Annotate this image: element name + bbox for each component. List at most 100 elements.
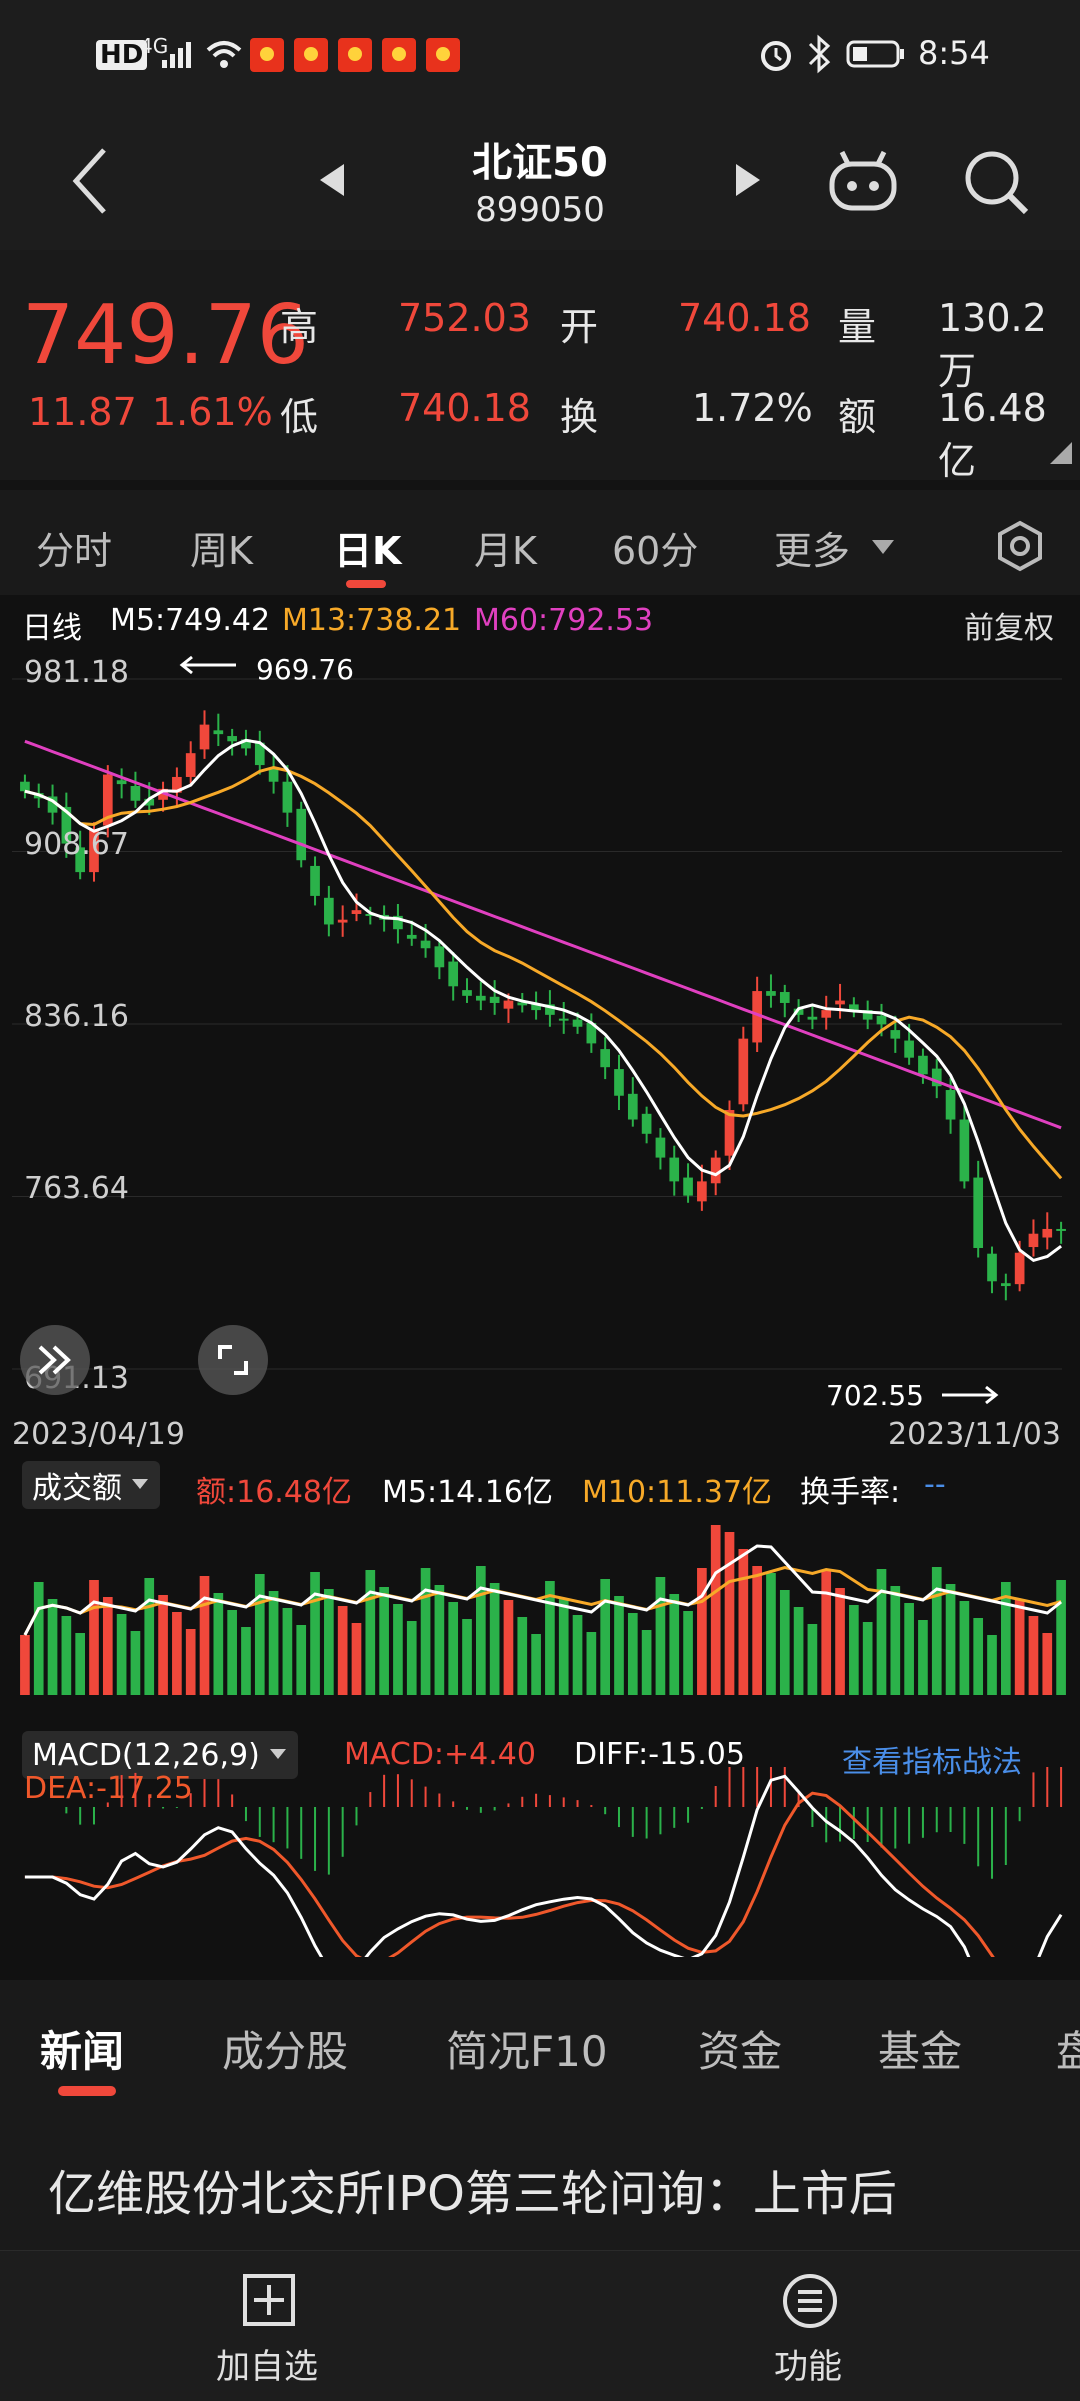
volume-bar — [517, 1617, 528, 1695]
macd-bar — [866, 1807, 869, 1842]
add-watchlist-icon[interactable] — [242, 2273, 296, 2331]
candle — [489, 996, 500, 1003]
tab-more-cut[interactable]: 盘 — [1056, 2018, 1080, 2079]
macd-bar — [977, 1807, 980, 1867]
candle — [1056, 1228, 1066, 1231]
volume-bar — [835, 1588, 845, 1695]
candle — [890, 1030, 901, 1039]
macd-bar — [1060, 1767, 1063, 1807]
volume-chart[interactable] — [12, 1525, 1070, 1695]
turnover-value: 1.72% — [692, 386, 813, 430]
settings-icon[interactable] — [994, 520, 1046, 576]
macd-bar — [134, 1772, 137, 1807]
macd-bar — [908, 1807, 911, 1844]
macd-bar — [714, 1786, 717, 1807]
volume-selector[interactable]: 成交额 — [22, 1461, 160, 1509]
adjust-mode[interactable]: 前复权 — [964, 603, 1054, 647]
macd-bar — [880, 1807, 883, 1848]
volume-bar — [144, 1578, 155, 1695]
macd-chart[interactable] — [12, 1767, 1070, 1957]
notification-icon — [426, 38, 460, 72]
candle — [641, 1113, 652, 1134]
fast-forward-icon[interactable] — [20, 1325, 90, 1395]
macd-bar — [162, 1807, 165, 1809]
volume-bar — [1042, 1633, 1053, 1695]
volume-bar — [420, 1568, 431, 1695]
volume-bar — [130, 1631, 141, 1695]
ma13-line — [24, 766, 1063, 1180]
tab-fund[interactable]: 基金 — [878, 2018, 962, 2079]
volume-bar — [448, 1602, 459, 1695]
tab-fenshi[interactable]: 分时 — [36, 520, 112, 575]
candle — [213, 730, 224, 735]
volume-bar — [973, 1618, 984, 1695]
volume-bar — [158, 1595, 168, 1695]
header: 北证50 899050 — [0, 110, 1080, 250]
volume-bar — [47, 1599, 58, 1695]
macd-bar — [120, 1775, 123, 1807]
next-stock-icon[interactable] — [734, 162, 762, 202]
tab-funds-flow[interactable]: 资金 — [698, 2018, 782, 2079]
expand-icon[interactable] — [1048, 440, 1074, 470]
macd-bar — [424, 1786, 427, 1807]
volume-bar — [1014, 1599, 1025, 1695]
volume-bar — [752, 1566, 762, 1695]
volume-bar — [890, 1586, 901, 1695]
add-watchlist-label[interactable]: 加自选 — [216, 2339, 318, 2388]
tab-daily[interactable]: 日K — [334, 520, 401, 575]
volume-selector-label: 成交额 — [32, 1471, 122, 1506]
kline-chart[interactable] — [12, 649, 1070, 1409]
function-label[interactable]: 功能 — [774, 2339, 842, 2388]
function-menu-icon[interactable] — [782, 2273, 838, 2333]
tab-monthly[interactable]: 月K — [474, 520, 537, 575]
ma60-line — [24, 739, 1062, 1130]
chart-area: 日线 M5:749.42 M13:738.21 M60:792.53 前复权 9… — [0, 595, 1080, 1980]
volume-m10: M10:11.37亿 — [582, 1475, 773, 1510]
quote-panel: 749.76 11.87 1.61% 高 752.03 低 740.18 开 7… — [0, 250, 1080, 483]
turnover-rate-label: 换手率: — [800, 1475, 901, 1510]
ma5-line — [24, 738, 1062, 1263]
volume-bar — [572, 1615, 583, 1695]
volume-bar — [821, 1571, 832, 1695]
tab-constituents[interactable]: 成分股 — [222, 2018, 348, 2079]
tab-more[interactable]: 更多 — [774, 520, 850, 575]
macd-bar — [148, 1795, 151, 1807]
macd-bar — [894, 1807, 897, 1849]
robot-assistant-icon[interactable] — [826, 144, 900, 222]
macd-bar — [700, 1807, 703, 1809]
volume-bar — [116, 1614, 127, 1695]
tab-news[interactable]: 新闻 — [40, 2018, 124, 2079]
volume-bar — [987, 1635, 997, 1695]
macd-bar — [949, 1807, 952, 1832]
candle — [655, 1137, 666, 1158]
volume-bar — [393, 1604, 403, 1695]
macd-bar — [286, 1807, 289, 1849]
candle — [987, 1253, 997, 1282]
status-bar: HD 4G 8:54 — [0, 0, 1080, 110]
macd-bar — [314, 1807, 317, 1871]
dropdown-arrow-icon — [870, 538, 896, 560]
fullscreen-icon[interactable] — [198, 1325, 268, 1395]
macd-bar — [217, 1779, 220, 1807]
search-icon[interactable] — [962, 148, 1032, 222]
tab-weekly[interactable]: 周K — [190, 520, 253, 575]
volume-bar — [33, 1582, 44, 1695]
tab-60min[interactable]: 60分 — [612, 520, 698, 575]
volume-bar — [931, 1567, 942, 1695]
page-title: 北证50 — [472, 140, 608, 186]
min-price-label: 702.55 — [826, 1379, 924, 1412]
candle — [1042, 1228, 1053, 1238]
macd-bar — [769, 1767, 772, 1807]
date-start: 2023/04/19 — [12, 1417, 185, 1452]
tab-f10[interactable]: 简况F10 — [446, 2018, 608, 2079]
volume-bar — [489, 1583, 500, 1695]
news-article[interactable]: 亿维股份北交所IPO第三轮问询：上市后 — [0, 2100, 1080, 2250]
notification-icon — [294, 38, 328, 72]
volume-bar — [793, 1607, 804, 1695]
ma5-legend: M5:749.42 — [110, 603, 271, 638]
y-tick-label: 908.67 — [24, 827, 129, 862]
notification-icon — [382, 38, 416, 72]
article-headline[interactable]: 亿维股份北交所IPO第三轮问询：上市后 — [48, 2154, 897, 2224]
macd-bar — [507, 1803, 510, 1807]
volume-bar — [779, 1590, 790, 1695]
